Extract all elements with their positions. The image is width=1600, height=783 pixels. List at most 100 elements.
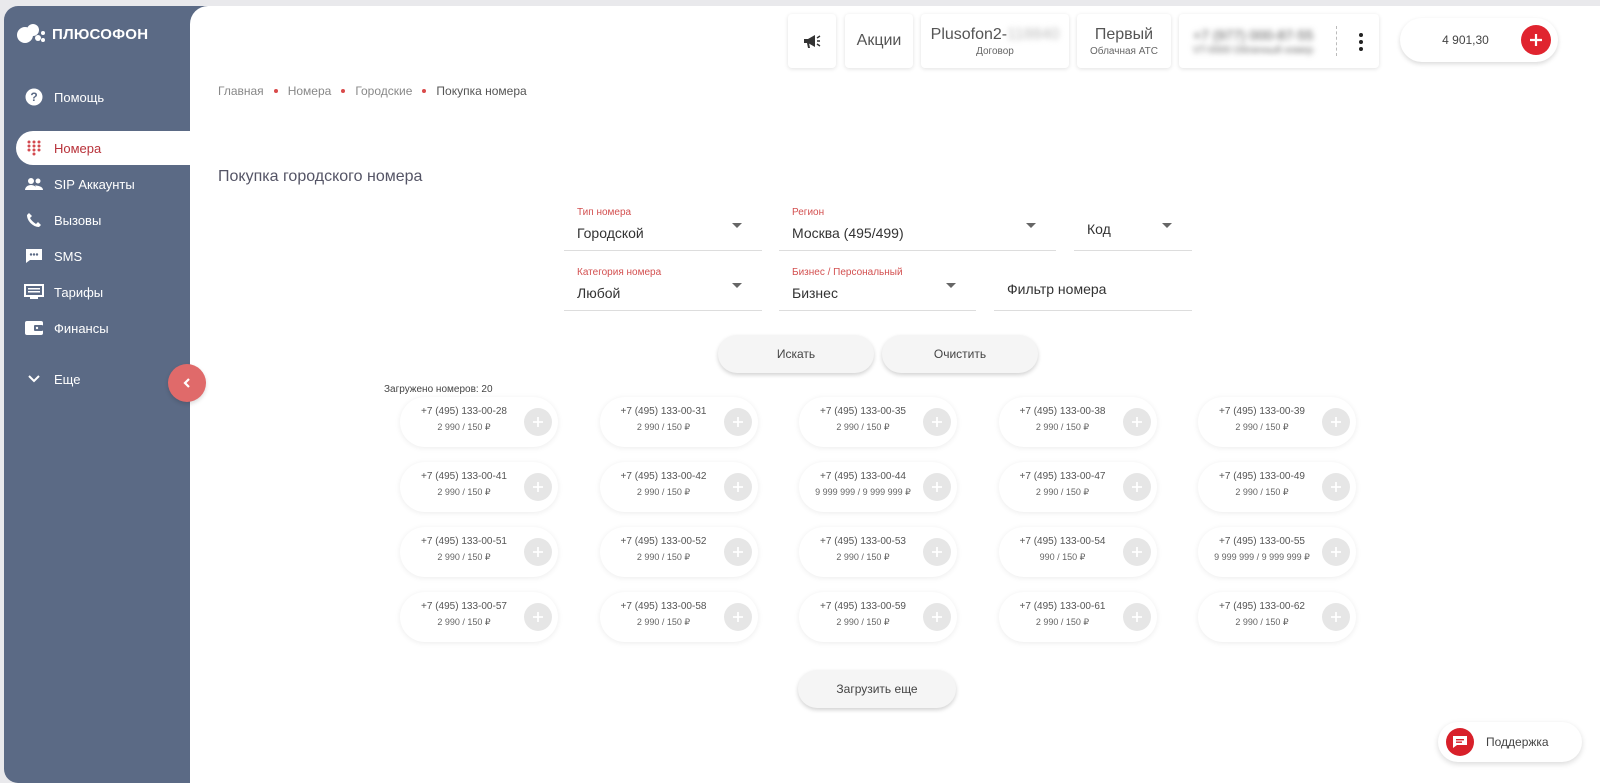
add-number-button[interactable] xyxy=(923,408,951,436)
plus-icon xyxy=(1530,34,1542,46)
add-number-button[interactable] xyxy=(723,408,752,436)
number-phone: +7 (495) 133-00-44 xyxy=(820,471,906,482)
number-card[interactable]: +7 (495) 133-00-41 2 990 / 150 ₽ xyxy=(400,462,558,512)
number-filter-placeholder: Фильтр номера xyxy=(1007,281,1107,297)
add-number-button[interactable] xyxy=(1322,408,1350,436)
number-card[interactable]: +7 (495) 133-00-39 2 990 / 150 ₽ xyxy=(1198,397,1356,447)
breadcrumb-numbers[interactable]: Номера xyxy=(288,84,332,98)
number-card[interactable]: +7 (495) 133-00-51 2 990 / 150 ₽ xyxy=(400,527,558,577)
number-filter-input[interactable]: Фильтр номера xyxy=(994,261,1192,311)
sidebar-item-label: SIP Аккаунты xyxy=(54,176,135,192)
promo-button[interactable]: Акции xyxy=(845,14,913,68)
contract-prefix: Plusofon2- xyxy=(930,25,1008,43)
code-select[interactable]: Код xyxy=(1074,201,1192,251)
add-number-button[interactable] xyxy=(524,538,552,566)
number-card[interactable]: +7 (495) 133-00-42 2 990 / 150 ₽ xyxy=(599,462,758,512)
number-card[interactable]: +7 (495) 133-00-61 2 990 / 150 ₽ xyxy=(998,592,1157,642)
add-number-button[interactable] xyxy=(923,473,951,501)
add-number-button[interactable] xyxy=(723,603,752,631)
logo-icon xyxy=(17,24,45,43)
number-category-select[interactable]: Категория номера Любой xyxy=(564,261,762,311)
sidebar-item-label: Тарифы xyxy=(54,284,104,300)
announcements-button[interactable] xyxy=(788,14,836,68)
load-more-button[interactable]: Загрузить еще xyxy=(798,670,956,708)
number-card[interactable]: +7 (495) 133-00-35 2 990 / 150 ₽ xyxy=(799,397,957,447)
number-phone: +7 (495) 133-00-61 xyxy=(1019,601,1106,612)
contract-card[interactable]: Plusofon2-118840 Договор xyxy=(921,14,1069,68)
support-button[interactable]: Поддержка xyxy=(1438,722,1582,762)
add-number-button[interactable] xyxy=(1122,538,1151,566)
region-select[interactable]: Регион Москва (495/499) xyxy=(779,201,1056,251)
number-card[interactable]: +7 (495) 133-00-31 2 990 / 150 ₽ xyxy=(599,397,758,447)
number-card[interactable]: +7 (495) 133-00-44 9 999 999 / 9 999 999 … xyxy=(799,462,957,512)
number-card[interactable]: +7 (495) 133-00-62 2 990 / 150 ₽ xyxy=(1198,592,1356,642)
account-phone-sub: VT-0000 Облачный номер xyxy=(1193,44,1314,56)
help-icon: ? xyxy=(24,87,44,107)
sidebar-item-numbers[interactable]: Номера xyxy=(16,131,190,165)
add-number-button[interactable] xyxy=(1122,408,1151,436)
number-card[interactable]: +7 (495) 133-00-38 2 990 / 150 ₽ xyxy=(998,397,1157,447)
number-card[interactable]: +7 (495) 133-00-28 2 990 / 150 ₽ xyxy=(400,397,558,447)
add-number-button[interactable] xyxy=(1122,603,1151,631)
number-card[interactable]: +7 (495) 133-00-55 9 999 999 / 9 999 999 … xyxy=(1198,527,1356,577)
clear-button[interactable]: Очистить xyxy=(882,335,1038,373)
number-type-select[interactable]: Тип номера Городской xyxy=(564,201,762,251)
add-number-button[interactable] xyxy=(524,473,552,501)
sidebar-item-calls[interactable]: Вызовы xyxy=(16,203,190,237)
add-number-button[interactable] xyxy=(923,603,951,631)
chevron-left-icon xyxy=(183,378,190,388)
number-phone: +7 (495) 133-00-31 xyxy=(620,406,707,417)
number-price: 9 999 999 / 9 999 999 ₽ xyxy=(1214,552,1310,562)
add-number-button[interactable] xyxy=(1322,473,1350,501)
add-number-button[interactable] xyxy=(1322,538,1350,566)
number-price: 2 990 / 150 ₽ xyxy=(636,487,691,497)
plus-icon xyxy=(1131,417,1142,427)
sidebar-collapse-button[interactable] xyxy=(168,364,206,402)
megaphone-icon xyxy=(804,35,821,48)
breadcrumb-home[interactable]: Главная xyxy=(218,84,264,98)
wallet-icon xyxy=(24,318,44,338)
number-price: 2 990 / 150 ₽ xyxy=(437,487,491,497)
sidebar-item-finance[interactable]: Финансы xyxy=(16,311,190,345)
number-card[interactable]: +7 (495) 133-00-52 2 990 / 150 ₽ xyxy=(599,527,758,577)
add-number-button[interactable] xyxy=(723,473,752,501)
search-button[interactable]: Искать xyxy=(718,335,874,373)
add-number-button[interactable] xyxy=(1122,473,1151,501)
number-phone: +7 (495) 133-00-49 xyxy=(1219,471,1305,482)
add-number-button[interactable] xyxy=(723,538,752,566)
plus-icon xyxy=(1131,482,1142,492)
breadcrumb-city[interactable]: Городские xyxy=(355,84,412,98)
number-phone: +7 (495) 133-00-55 xyxy=(1219,536,1305,547)
number-card[interactable]: +7 (495) 133-00-59 2 990 / 150 ₽ xyxy=(799,592,957,642)
pbx-card[interactable]: Первый Облачная АТС xyxy=(1077,14,1171,68)
sidebar-item-more[interactable]: Еще xyxy=(16,362,190,396)
number-card[interactable]: +7 (495) 133-00-49 2 990 / 150 ₽ xyxy=(1198,462,1356,512)
account-phone-card[interactable]: +7 (977) 000-87-55 VT-0000 Облачный номе… xyxy=(1179,14,1379,68)
sidebar-item-sms[interactable]: SMS xyxy=(16,239,190,273)
number-phone: +7 (495) 133-00-41 xyxy=(421,471,507,482)
add-number-button[interactable] xyxy=(923,538,951,566)
number-card[interactable]: +7 (495) 133-00-58 2 990 / 150 ₽ xyxy=(599,592,758,642)
number-price: 2 990 / 150 ₽ xyxy=(437,422,491,432)
more-vert-icon[interactable] xyxy=(1359,33,1363,51)
sidebar-item-help[interactable]: ? Помощь xyxy=(16,80,190,114)
add-number-button[interactable] xyxy=(524,408,552,436)
sidebar-item-tariffs[interactable]: Тарифы xyxy=(16,275,190,309)
users-icon xyxy=(24,174,44,194)
plus-icon xyxy=(533,547,543,557)
plus-icon xyxy=(932,482,942,492)
add-number-button[interactable] xyxy=(1322,603,1350,631)
number-phone: +7 (495) 133-00-52 xyxy=(620,536,707,547)
plus-icon xyxy=(1331,417,1341,427)
plus-icon xyxy=(1131,612,1142,622)
number-card[interactable]: +7 (495) 133-00-57 2 990 / 150 ₽ xyxy=(400,592,558,642)
business-personal-select[interactable]: Бизнес / Персональный Бизнес xyxy=(779,261,976,311)
brand-logo[interactable]: ПЛЮСОФОН xyxy=(16,22,148,46)
topup-button[interactable] xyxy=(1521,25,1551,55)
number-card[interactable]: +7 (495) 133-00-53 2 990 / 150 ₽ xyxy=(799,527,957,577)
number-card[interactable]: +7 (495) 133-00-47 2 990 / 150 ₽ xyxy=(998,462,1157,512)
sidebar-item-sip[interactable]: SIP Аккаунты xyxy=(16,167,190,201)
number-price: 2 990 / 150 ₽ xyxy=(836,422,890,432)
number-card[interactable]: +7 (495) 133-00-54 990 / 150 ₽ xyxy=(998,527,1157,577)
add-number-button[interactable] xyxy=(524,603,552,631)
